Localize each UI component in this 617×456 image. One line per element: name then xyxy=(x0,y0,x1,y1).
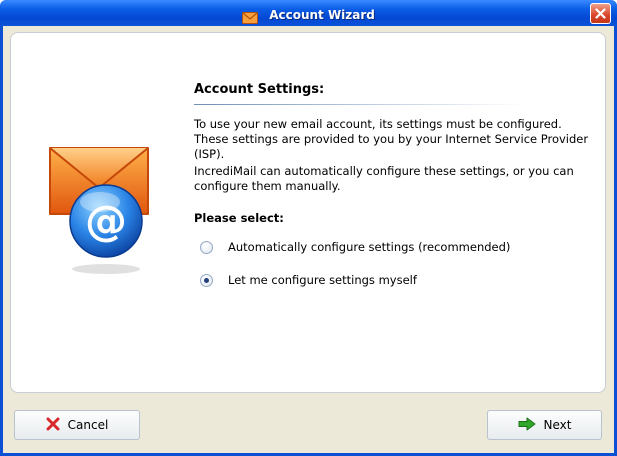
title-bar[interactable]: Account Wizard xyxy=(0,0,617,26)
dialog-client-area: @ Account Settings: To use your new emai… xyxy=(3,26,614,453)
envelope-icon xyxy=(242,9,259,24)
heading-divider xyxy=(194,104,524,105)
auto-config-paragraph: IncrediMail can automatically configure … xyxy=(194,164,574,193)
close-button[interactable] xyxy=(590,3,611,24)
cancel-label: Cancel xyxy=(67,418,109,432)
radio-button-checked[interactable] xyxy=(200,273,213,287)
next-button[interactable]: Next xyxy=(487,410,602,440)
radio-manual-configure[interactable]: Let me configure settings myself xyxy=(200,273,417,287)
arrow-right-icon xyxy=(518,417,536,434)
select-label: Please select: xyxy=(194,211,284,225)
cancel-x-icon xyxy=(46,417,60,434)
content-panel: @ Account Settings: To use your new emai… xyxy=(10,32,606,393)
account-wizard-window: Account Wizard @ Account Settings: To us… xyxy=(0,0,617,456)
page-title: Account Settings: xyxy=(194,82,325,97)
radio-label: Automatically configure settings (recomm… xyxy=(228,240,511,254)
window-title: Account Wizard xyxy=(269,7,375,22)
radio-button[interactable] xyxy=(200,240,213,254)
cancel-button[interactable]: Cancel xyxy=(14,410,140,440)
svg-text:@: @ xyxy=(85,196,127,245)
email-at-icon: @ xyxy=(49,147,149,274)
close-icon xyxy=(595,8,606,19)
radio-label: Let me configure settings myself xyxy=(228,273,417,287)
next-label: Next xyxy=(543,418,572,432)
radio-auto-configure[interactable]: Automatically configure settings (recomm… xyxy=(200,240,510,254)
intro-paragraph: To use your new email account, its setti… xyxy=(194,117,589,161)
